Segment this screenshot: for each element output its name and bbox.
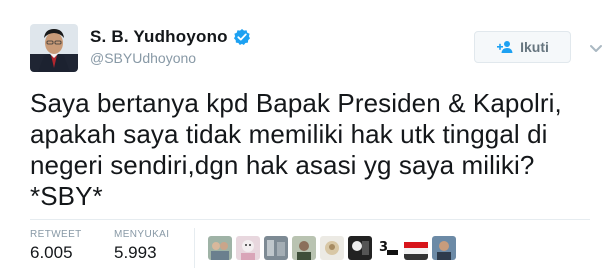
tweet-text-line: *SBY*: [30, 181, 103, 211]
retweet-stat[interactable]: RETWEET 6.005: [30, 229, 82, 263]
follow-button[interactable]: Ikuti: [474, 31, 571, 63]
likers-avatar-strip: 3: [208, 236, 456, 260]
tweet-text-line: Saya bertanya kpd Bapak Presiden & Kapol…: [30, 88, 562, 118]
like-label: MENYUKAI: [114, 229, 170, 240]
liker-avatar-8[interactable]: [404, 236, 428, 260]
retweet-count[interactable]: 6.005: [30, 243, 82, 263]
liker-avatar-7[interactable]: 3: [376, 236, 400, 260]
author-display-name[interactable]: S. B. Yudhoyono: [90, 27, 228, 47]
liker-avatar-9[interactable]: [432, 236, 456, 260]
add-user-icon: [496, 40, 514, 54]
author-name-row[interactable]: S. B. Yudhoyono: [90, 27, 251, 47]
verified-badge-icon: [233, 28, 251, 46]
tweet-text-line: negeri sendiri,dgn hak asasi yg saya mil…: [30, 150, 535, 180]
author-handle[interactable]: @SBYUdhoyono: [90, 50, 196, 66]
like-count[interactable]: 5.993: [114, 243, 169, 263]
stats-separator: [194, 228, 195, 268]
svg-text:3: 3: [379, 240, 388, 255]
liker-avatar-6[interactable]: [348, 236, 372, 260]
retweet-label: RETWEET: [30, 229, 82, 240]
liker-avatar-3[interactable]: [264, 236, 288, 260]
liker-avatar-1[interactable]: [208, 236, 232, 260]
like-stat[interactable]: MENYUKAI 5.993: [114, 229, 169, 263]
chevron-down-icon[interactable]: [589, 41, 603, 52]
liker-avatar-5[interactable]: [320, 236, 344, 260]
tweet-text: Saya bertanya kpd Bapak Presiden & Kapol…: [30, 88, 610, 212]
tweet-text-line: apakah saya tidak memiliki hak utk tingg…: [30, 119, 548, 149]
follow-button-label: Ikuti: [520, 39, 549, 55]
liker-avatar-2[interactable]: [236, 236, 260, 260]
divider: [30, 219, 590, 220]
liker-avatar-4[interactable]: [292, 236, 316, 260]
profile-avatar[interactable]: [30, 24, 78, 72]
